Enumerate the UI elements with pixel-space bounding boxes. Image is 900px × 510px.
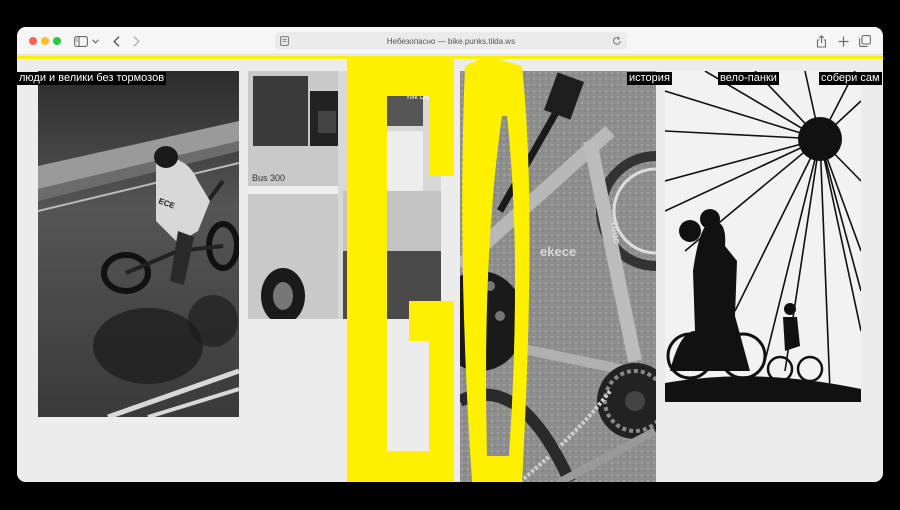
chevron-down-icon[interactable] (91, 33, 99, 49)
back-icon[interactable] (111, 33, 121, 49)
browser-toolbar: Небезопасно — bike.punks.tilda.ws (17, 27, 883, 55)
sidebar-icon[interactable] (73, 33, 89, 49)
tabs-overview-icon[interactable] (859, 33, 871, 49)
photo-bike-frame: ekece Tlluc (460, 71, 656, 482)
nav-link-velo-punks[interactable]: вело-панки (718, 72, 779, 85)
site-tagline: люди и велики без тормозов (17, 72, 167, 85)
frame-brand-text: ekece (540, 244, 576, 259)
bus-sign-text: York City (406, 95, 430, 101)
close-window-button[interactable] (29, 37, 37, 45)
new-tab-icon[interactable] (837, 33, 849, 49)
minimize-window-button[interactable] (41, 37, 49, 45)
reload-icon[interactable] (612, 36, 622, 48)
accent-bar (17, 56, 883, 59)
svg-text:Bus: Bus (252, 173, 268, 183)
browser-window: Небезопасно — bike.punks.tilda.ws ECE Bu… (17, 27, 883, 482)
svg-text:300: 300 (270, 173, 285, 183)
page-icon (280, 36, 289, 48)
forward-icon[interactable] (131, 33, 141, 49)
nav-link-build-yourself[interactable]: собери сам (819, 72, 882, 85)
photo-wheel-silhouettes (665, 71, 861, 402)
share-icon[interactable] (815, 33, 827, 49)
nav-link-history[interactable]: история (627, 72, 672, 85)
photo-kid-on-bike: ECE (38, 71, 239, 417)
photo-city-bus: Bus 300 York City (248, 71, 441, 319)
address-text: Небезопасно — bike.punks.tilda.ws (386, 36, 516, 46)
web-page: ECE Bus 300 York City ekece Tlluc люди и… (17, 56, 883, 482)
address-bar[interactable]: Небезопасно — bike.punks.tilda.ws (275, 32, 627, 50)
zoom-window-button[interactable] (53, 37, 61, 45)
